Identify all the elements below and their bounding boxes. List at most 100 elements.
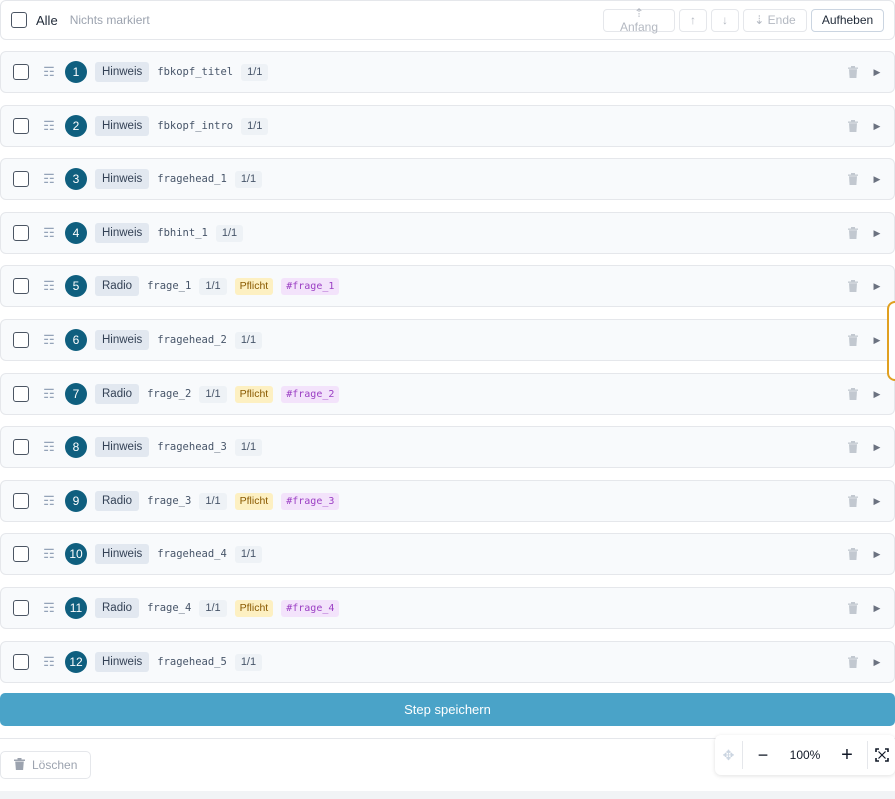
drag-handle-icon[interactable]: ☶: [42, 65, 56, 79]
pan-icon[interactable]: ✥: [715, 741, 743, 769]
drag-handle-icon[interactable]: ☶: [42, 440, 56, 454]
trash-icon[interactable]: [847, 226, 859, 240]
row-checkbox[interactable]: [13, 118, 29, 134]
drag-handle-icon[interactable]: ☶: [42, 547, 56, 561]
drag-handle-icon[interactable]: ☶: [42, 119, 56, 133]
row-checkbox[interactable]: [13, 278, 29, 294]
zoom-in-button[interactable]: +: [827, 735, 867, 775]
list-item[interactable]: ☶ 5 Radio frage_1 1/1 Pflicht #frage_1 ▶: [0, 265, 895, 307]
trash-icon[interactable]: [847, 494, 859, 508]
occurrence-count: 1/1: [241, 63, 269, 81]
list-item[interactable]: ☶ 6 Hinweis fragehead_2 1/1 ▶: [0, 319, 895, 361]
trash-icon[interactable]: [847, 601, 859, 615]
element-type-badge: Hinweis: [95, 437, 150, 457]
expand-arrow-icon[interactable]: ▶: [872, 389, 882, 400]
element-key: fbhint_1: [157, 227, 208, 239]
row-checkbox[interactable]: [13, 654, 29, 670]
element-key: fragehead_3: [157, 441, 227, 453]
element-type-badge: Hinweis: [95, 544, 150, 564]
move-down-button[interactable]: ↓: [711, 8, 739, 32]
trash-icon[interactable]: [847, 655, 859, 669]
row-number-badge: 3: [65, 168, 87, 190]
element-type-badge: Hinweis: [95, 652, 150, 672]
element-type-badge: Radio: [95, 598, 140, 618]
row-number-badge: 12: [65, 651, 87, 673]
delete-button-label: Löschen: [32, 758, 78, 772]
list-item[interactable]: ☶ 7 Radio frage_2 1/1 Pflicht #frage_2 ▶: [0, 373, 895, 415]
list-item[interactable]: ☶ 8 Hinweis fragehead_3 1/1 ▶: [0, 426, 895, 468]
row-number-badge: 11: [65, 597, 87, 619]
element-key: fragehead_2: [157, 334, 227, 346]
list-item[interactable]: ☶ 11 Radio frage_4 1/1 Pflicht #frage_4 ▶: [0, 587, 895, 629]
occurrence-count: 1/1: [234, 170, 263, 188]
element-key: frage_1: [147, 280, 192, 292]
deselect-button[interactable]: Aufheben: [811, 8, 884, 32]
row-checkbox[interactable]: [13, 225, 29, 241]
trash-icon[interactable]: [847, 172, 859, 186]
save-step-button[interactable]: Step speichern: [0, 693, 895, 726]
row-checkbox[interactable]: [13, 493, 29, 509]
zoom-out-button[interactable]: −: [743, 735, 783, 775]
drag-handle-icon[interactable]: ☶: [42, 655, 56, 669]
trash-icon[interactable]: [847, 65, 859, 79]
drag-handle-icon[interactable]: ☶: [42, 494, 56, 508]
drag-handle-icon[interactable]: ☶: [42, 333, 56, 347]
row-checkbox[interactable]: [13, 439, 29, 455]
drag-handle-icon[interactable]: ☶: [42, 226, 56, 240]
trash-icon[interactable]: [847, 119, 859, 133]
element-key: frage_4: [147, 602, 192, 614]
expand-arrow-icon[interactable]: ▶: [872, 67, 882, 78]
list-item[interactable]: ☶ 2 Hinweis fbkopf_intro 1/1 ▶: [0, 105, 895, 147]
drag-handle-icon[interactable]: ☶: [42, 387, 56, 401]
move-to-start-button[interactable]: ⇡ Anfang: [603, 6, 675, 34]
expand-arrow-icon[interactable]: ▶: [872, 496, 882, 507]
list-item[interactable]: ☶ 1 Hinweis fbkopf_titel 1/1 ▶: [0, 51, 895, 93]
row-checkbox[interactable]: [13, 386, 29, 402]
list-item[interactable]: ☶ 10 Hinweis fragehead_4 1/1 ▶: [0, 533, 895, 575]
list-item[interactable]: ☶ 9 Radio frage_3 1/1 Pflicht #frage_3 ▶: [0, 480, 895, 522]
element-key: frage_2: [147, 388, 192, 400]
expand-arrow-icon[interactable]: ▶: [872, 603, 882, 614]
expand-arrow-icon[interactable]: ▶: [872, 174, 882, 185]
row-number-badge: 6: [65, 329, 87, 351]
expand-arrow-icon[interactable]: ▶: [872, 442, 882, 453]
drag-handle-icon[interactable]: ☶: [42, 172, 56, 186]
element-key: fragehead_1: [157, 173, 227, 185]
required-badge: Pflicht: [234, 599, 274, 617]
drag-handle-icon[interactable]: ☶: [42, 601, 56, 615]
selection-toolbar: Alle Nichts markiert ⇡ Anfang ↑ ↓ ⇣ Ende…: [0, 0, 895, 40]
expand-arrow-icon[interactable]: ▶: [872, 121, 882, 132]
trash-icon[interactable]: [847, 547, 859, 561]
expand-arrow-icon[interactable]: ▶: [872, 549, 882, 560]
row-checkbox[interactable]: [13, 64, 29, 80]
expand-arrow-icon[interactable]: ▶: [872, 335, 882, 346]
trash-icon[interactable]: [847, 387, 859, 401]
occurrence-count: 1/1: [234, 653, 263, 671]
delete-button[interactable]: Löschen: [0, 751, 91, 779]
select-all-checkbox[interactable]: [11, 12, 27, 28]
list-item[interactable]: ☶ 4 Hinweis fbhint_1 1/1 ▶: [0, 212, 895, 254]
zoom-level: 100%: [789, 748, 821, 762]
row-checkbox[interactable]: [13, 600, 29, 616]
move-up-button[interactable]: ↑: [679, 8, 707, 32]
fit-view-icon[interactable]: [867, 741, 895, 769]
side-panel-handle[interactable]: [887, 301, 895, 381]
element-type-badge: Hinweis: [95, 223, 150, 243]
row-checkbox[interactable]: [13, 171, 29, 187]
expand-arrow-icon[interactable]: ▶: [872, 228, 882, 239]
list-item[interactable]: ☶ 12 Hinweis fragehead_5 1/1 ▶: [0, 641, 895, 683]
expand-arrow-icon[interactable]: ▶: [872, 657, 882, 668]
move-to-end-button[interactable]: ⇣ Ende: [743, 8, 807, 32]
select-all-label[interactable]: Alle: [36, 13, 58, 28]
trash-icon[interactable]: [847, 279, 859, 293]
expand-arrow-icon[interactable]: ▶: [872, 281, 882, 292]
row-checkbox[interactable]: [13, 332, 29, 348]
drag-handle-icon[interactable]: ☶: [42, 279, 56, 293]
trash-icon[interactable]: [847, 333, 859, 347]
element-key: fbkopf_titel: [157, 66, 234, 78]
row-checkbox[interactable]: [13, 546, 29, 562]
occurrence-count: 1/1: [199, 385, 227, 403]
trash-icon[interactable]: [847, 440, 859, 454]
list-item[interactable]: ☶ 3 Hinweis fragehead_1 1/1 ▶: [0, 158, 895, 200]
occurrence-count: 1/1: [234, 331, 263, 349]
